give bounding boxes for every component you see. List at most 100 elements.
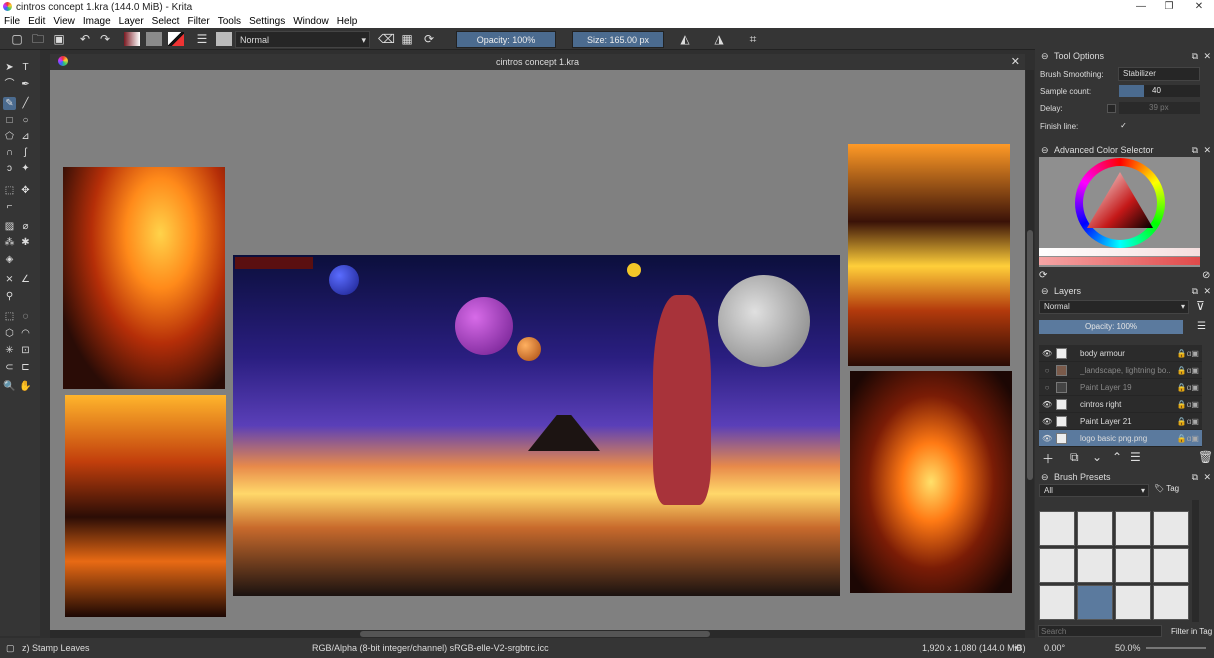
pan-tool-icon[interactable]: ✋ [19,380,32,393]
layer-row[interactable]: 👁 body armour 🔒α▣ [1039,345,1202,362]
brush-size-slider[interactable]: Size: 165.00 px [572,31,664,48]
calligraphy-tool-icon[interactable]: ✒ [19,78,32,91]
close-panel-icon[interactable]: ✕ [1203,143,1211,157]
menu-select[interactable]: Select [152,16,180,27]
lock-icon[interactable]: ⊖ [1041,49,1049,63]
similar-select-tool-icon[interactable]: ⊡ [19,344,32,357]
layer-lock-icon[interactable]: 🔒α▣ [1177,345,1199,362]
restore-button[interactable]: ❐ [1154,0,1184,14]
polygon-tool-icon[interactable]: ⬠ [3,130,16,143]
move-layer-up-icon[interactable]: ⌃ [1112,450,1122,464]
layer-row[interactable]: ○ _landscape, lightning bo... 🔒α▣ [1039,362,1202,379]
visibility-eye-icon[interactable]: 👁 [1042,413,1052,430]
polyline-tool-icon[interactable]: ⊿ [19,130,32,143]
menu-image[interactable]: Image [83,16,111,27]
layer-menu-icon[interactable]: ☰ [1197,321,1206,332]
layer-row-selected[interactable]: 👁 logo basic png.png 🔒α▣ [1039,430,1202,447]
visibility-eye-icon[interactable]: 👁 [1042,345,1052,362]
no-color-icon[interactable]: ⊘ [1202,270,1210,281]
brush-preset-icon[interactable] [216,32,232,46]
blend-mode-select[interactable]: Normal ▾ [235,31,370,48]
colorize-mask-tool-icon[interactable]: ⁂ [3,236,16,249]
layer-lock-icon[interactable]: 🔒α▣ [1177,362,1199,379]
preset-filter-select[interactable]: All ▾ [1039,484,1149,497]
sample-count-input[interactable]: 40 [1144,85,1200,97]
brush-preset-tile[interactable] [1077,511,1113,546]
menu-filter[interactable]: Filter [187,16,209,27]
menu-settings[interactable]: Settings [249,16,285,27]
measure-tool-icon[interactable]: ∠ [19,273,32,286]
pattern-swatch[interactable] [146,32,162,46]
smart-patch-tool-icon[interactable]: ✱ [19,236,32,249]
text-tool-icon[interactable]: T [19,61,32,74]
rect-select-tool-icon[interactable]: ⬚ [3,310,16,323]
menu-edit[interactable]: Edit [28,16,45,27]
multibrush-tool-icon[interactable]: ✦ [19,162,32,175]
alpha-lock-icon[interactable]: ▦ [400,32,414,46]
layer-row[interactable]: 👁 cintros right 🔒α▣ [1039,396,1202,413]
zoom-value[interactable]: 50.0% [1115,638,1141,658]
layer-row[interactable]: 👁 Paint Layer 21 🔒α▣ [1039,413,1202,430]
float-panel-icon[interactable]: ⧉ [1192,284,1198,298]
zoom-slider[interactable] [1146,647,1206,649]
brush-preset-tile[interactable] [1115,548,1151,583]
visibility-eye-icon[interactable]: 👁 [1042,430,1052,447]
add-layer-icon[interactable]: ＋ [1042,450,1054,467]
gradient-swatch[interactable] [124,32,140,46]
menu-help[interactable]: Help [337,16,358,27]
crop-tool-icon[interactable]: ⌐ [3,200,16,213]
menu-file[interactable]: File [4,16,20,27]
save-icon[interactable]: ▣ [52,32,66,46]
horizontal-scrollbar[interactable] [50,630,1025,638]
move-layer-down-icon[interactable]: ⌄ [1092,450,1102,464]
hidden-eye-icon[interactable]: ○ [1042,379,1052,396]
undo-icon[interactable]: ↶ [78,32,92,46]
brush-preset-tile-selected[interactable] [1077,585,1113,620]
close-panel-icon[interactable]: ✕ [1203,49,1211,63]
menu-layer[interactable]: Layer [119,16,144,27]
brush-preset-tile[interactable] [1153,585,1189,620]
main-painting[interactable] [233,255,840,596]
open-document-icon[interactable]: 🗀 [31,32,45,46]
vertical-scrollbar[interactable] [1026,70,1034,630]
layer-lock-icon[interactable]: 🔒α▣ [1177,396,1199,413]
layer-filter-icon[interactable]: ⊽ [1196,299,1205,313]
polygon-select-tool-icon[interactable]: ⬡ [3,327,16,340]
layer-row[interactable]: ○ Paint Layer 19 🔒α▣ [1039,379,1202,396]
brush-preset-tile[interactable] [1115,585,1151,620]
menu-tools[interactable]: Tools [218,16,241,27]
brush-settings-icon[interactable]: ☰ [195,32,209,46]
new-document-icon[interactable]: ▢ [10,32,24,46]
move-tool-icon[interactable]: ✥ [19,184,32,197]
brush-preset-tile[interactable] [1039,511,1075,546]
dynamic-brush-tool-icon[interactable]: ↄ [3,162,16,175]
line-tool-icon[interactable]: ╱ [19,97,32,110]
reset-color-icon[interactable]: ⟳ [1039,270,1047,281]
minimize-button[interactable]: — [1126,0,1156,14]
rotate-icon[interactable]: ⟲ [1014,638,1022,658]
close-panel-icon[interactable]: ✕ [1203,470,1211,484]
freehand-brush-tool-icon[interactable]: ✎ [3,97,16,110]
document-tab[interactable]: cintros concept 1.kra ✕ [50,54,1025,70]
layer-lock-icon[interactable]: 🔒α▣ [1177,413,1199,430]
color-picker-tool-icon[interactable]: ⌀ [19,220,32,233]
edit-shapes-tool-icon[interactable]: ⌒ [3,78,16,91]
menu-view[interactable]: View [53,16,75,27]
preset-search-input[interactable] [1038,625,1162,637]
mirror-horizontal-icon[interactable]: ◭ [678,32,692,46]
color-selector-area[interactable] [1039,157,1200,267]
fg-bg-color-icon[interactable] [168,32,184,46]
visibility-eye-icon[interactable]: 👁 [1042,396,1052,413]
eraser-icon[interactable]: ⌫ [378,32,395,46]
ellipse-tool-icon[interactable]: ○ [19,114,32,127]
bezier-tool-icon[interactable]: ∩ [3,146,16,159]
transform-tool-icon[interactable]: ⬚ [3,184,16,197]
brush-smoothing-select[interactable]: Stabilizer [1118,67,1200,81]
rotation-value[interactable]: 0.00° [1044,638,1065,658]
presets-scrollbar[interactable] [1192,500,1199,622]
finish-line-checkbox[interactable]: ✓ [1119,121,1128,130]
opacity-slider[interactable]: Opacity: 100% [456,31,556,48]
float-panel-icon[interactable]: ⧉ [1192,143,1198,157]
wrap-around-icon[interactable]: ⌗ [746,32,760,46]
contiguous-select-tool-icon[interactable]: ✳ [3,344,16,357]
